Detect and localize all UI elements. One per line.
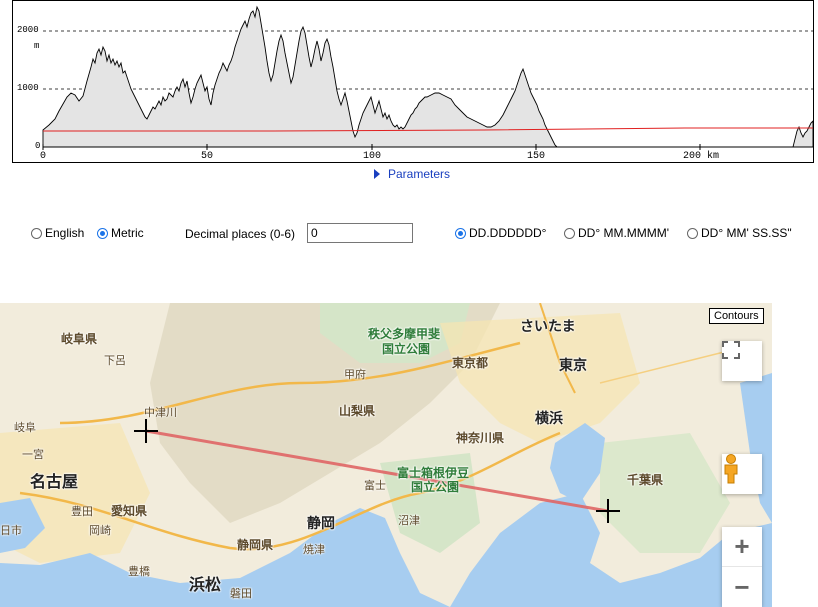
fullscreen-icon <box>722 341 740 359</box>
map-label-ichinomiya: 一宮 <box>22 449 44 461</box>
x-tick-label-50: 50 <box>201 151 214 162</box>
elevation-profile-plot <box>42 5 813 150</box>
map-label-saitama: さいたま <box>520 318 576 334</box>
zoom-control: + − <box>722 527 762 607</box>
route-start-marker-icon[interactable] <box>134 419 158 443</box>
map-label-fuji: 富士 <box>364 480 386 492</box>
parameters-link-label: Parameters <box>388 167 451 181</box>
x-tick-label-150: 150 <box>527 151 546 162</box>
map-label-kofu: 甲府 <box>344 369 366 381</box>
y-axis-unit-label: m <box>34 41 40 51</box>
terrain-profile-area <box>42 5 813 148</box>
units-metric-radio[interactable]: Metric <box>97 226 144 240</box>
map-label-shi: 日市 <box>0 525 22 537</box>
map-label-toyota: 豊田 <box>71 506 93 518</box>
contours-toggle-button[interactable]: Contours <box>709 308 764 324</box>
map-label-fuji-park-2: 国立公園 <box>411 480 460 494</box>
map-label-chichibu-park-2: 国立公園 <box>382 342 431 356</box>
parameters-link[interactable]: Parameters <box>374 167 450 181</box>
zoom-in-button[interactable]: + <box>722 527 762 567</box>
map-label-shimoro: 下呂 <box>104 355 126 367</box>
map-label-gifu-pref: 岐阜県 <box>61 332 98 346</box>
map-label-yamanashi-pref: 山梨県 <box>339 404 376 418</box>
elevation-profile-chart[interactable]: 2000 m 1000 0 0 50 100 150 200 km <box>12 0 814 163</box>
map-label-hamamatsu: 浜松 <box>189 577 222 594</box>
y-tick-label-2000: 2000 <box>17 25 39 35</box>
radio-circle-ddmmss <box>687 227 698 239</box>
format-dd-label: DD.DDDDDD° <box>469 226 547 240</box>
map-label-shizuoka: 静岡 <box>307 515 335 531</box>
y-tick-label-0: 0 <box>35 141 41 151</box>
map-label-okazaki: 岡崎 <box>89 525 111 537</box>
map-label-shizuoka-pref: 静岡県 <box>237 538 274 552</box>
map-label-tokyo-to: 東京都 <box>452 356 489 370</box>
map-label-kanagawa-pref: 神奈川県 <box>456 431 505 445</box>
map-label-toyohashi: 豊橋 <box>128 566 150 578</box>
x-tick-label-0: 0 <box>40 151 47 162</box>
fullscreen-button[interactable] <box>722 341 762 381</box>
units-metric-label: Metric <box>111 226 144 240</box>
units-english-radio[interactable]: English <box>31 226 84 240</box>
route-end-marker-icon[interactable] <box>596 499 620 523</box>
format-ddmm-radio[interactable]: DD° MM.MMMM' <box>564 226 669 240</box>
radio-circle-dd <box>455 227 466 239</box>
x-tick-label-100: 100 <box>363 151 382 162</box>
map-label-tokyo: 東京 <box>559 357 587 373</box>
zoom-out-button[interactable]: − <box>722 567 762 607</box>
map-label-iwata: 磐田 <box>230 588 252 600</box>
radio-circle-ddmm <box>564 227 575 239</box>
y-tick-label-1000: 1000 <box>17 83 39 93</box>
map-label-aichi-pref: 愛知県 <box>111 504 148 518</box>
street-view-pegman-button[interactable] <box>722 454 762 494</box>
map-label-nakatsugawa: 中津川 <box>144 407 177 419</box>
map-label-yokohama: 横浜 <box>535 410 563 426</box>
units-english-label: English <box>45 226 85 240</box>
decimal-places-input[interactable] <box>307 223 413 243</box>
format-ddmm-label: DD° MM.MMMM' <box>578 226 670 240</box>
map-label-chiba-pref: 千葉県 <box>627 473 664 487</box>
x-tick-label-200: 200 km <box>683 151 720 162</box>
map-view[interactable]: 岐阜県 下呂 中津川 岐阜 一宮 名古屋 豊田 愛知県 岡崎 豊橋 浜松 磐田 … <box>0 303 772 607</box>
map-label-nagoya: 名古屋 <box>30 474 79 491</box>
radio-circle-english <box>31 227 42 239</box>
expand-triangle-icon <box>374 169 380 179</box>
decimal-places-label: Decimal places (0-6) <box>185 227 296 241</box>
pegman-icon <box>724 454 738 484</box>
format-ddmmss-radio[interactable]: DD° MM' SS.SS" <box>687 226 792 240</box>
map-label-gifu: 岐阜 <box>14 422 36 434</box>
map-label-numazu: 沼津 <box>398 515 420 527</box>
format-dd-radio[interactable]: DD.DDDDDD° <box>455 226 546 240</box>
format-ddmmss-label: DD° MM' SS.SS" <box>701 226 792 240</box>
radio-circle-metric <box>97 227 108 239</box>
map-label-yaizu: 焼津 <box>303 544 325 556</box>
